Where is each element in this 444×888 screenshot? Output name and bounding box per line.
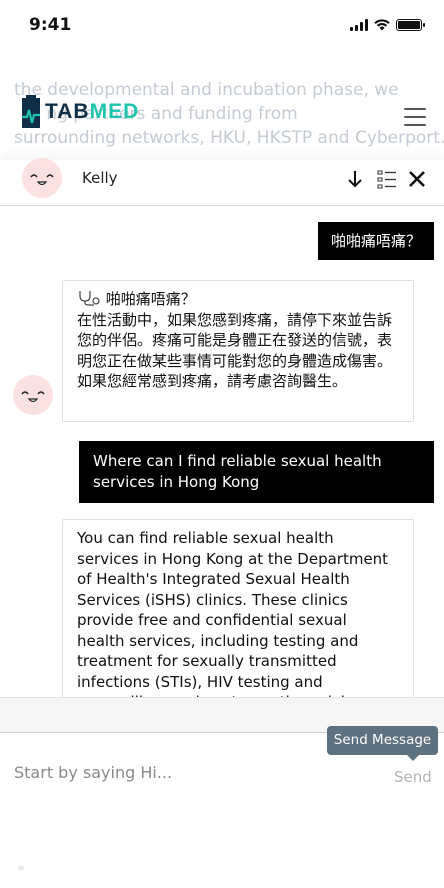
logo-text: TABMED: [45, 100, 139, 124]
user-message: Where can I find reliable sexual health …: [79, 441, 434, 503]
list-icon[interactable]: [376, 168, 398, 190]
bot-message: 啪啪痛唔痛？ 在性活動中，如果您感到疼痛，請停下來並告訴您的伴侶。疼痛可能是身體…: [62, 280, 414, 422]
status-time: 9:41: [29, 15, 72, 35]
send-message-tooltip: Send Message: [327, 726, 438, 761]
message-list[interactable]: 啪啪痛唔痛？ 啪啪痛唔痛？ 在性活動中，如果您感到疼痛，請停下來並告訴您的伴侶。…: [0, 207, 444, 697]
cellular-signal-icon: [350, 19, 368, 31]
arrow-down-icon[interactable]: [344, 168, 366, 190]
agent-name: Kelly: [82, 169, 118, 187]
smiley-face-icon: [30, 174, 54, 186]
send-button[interactable]: Send: [394, 768, 432, 786]
page-bottom: [0, 808, 444, 888]
site-header: the developmental and incubation phase, …: [0, 52, 444, 162]
bot-avatar: [13, 375, 53, 415]
status-icons: [350, 18, 425, 31]
home-indicator: [18, 866, 24, 870]
hamburger-menu-icon[interactable]: [404, 108, 426, 126]
wifi-icon: [374, 19, 390, 31]
status-bar: 9:41: [0, 0, 444, 52]
bot-message-text: 在性活動中，如果您感到疼痛，請停下來並告訴您的伴侶。疼痛可能是身體正在發送的信號…: [77, 310, 393, 391]
battery-level: [398, 21, 420, 29]
user-message: 啪啪痛唔痛？: [317, 222, 434, 260]
agent-avatar: [22, 158, 62, 198]
background-text-line: surrounding networks, HKU, HKSTP and Cyb…: [14, 128, 444, 148]
logo-text-med: MED: [89, 100, 140, 123]
smiley-face-icon: [21, 391, 45, 403]
chat-widget: Kelly 啪啪痛唔痛？ 啪啪痛唔痛？ 在性活動中，如果您感到疼痛，請停下來並告…: [0, 158, 444, 808]
bot-message-title: 啪啪痛唔痛？: [105, 290, 196, 308]
bot-message-text: You can find reliable sexual health serv…: [77, 529, 389, 697]
chat-header: Kelly: [0, 158, 444, 206]
logo-text-tab: TAB: [45, 100, 90, 123]
stethoscope-icon: [79, 291, 100, 306]
bot-message: You can find reliable sexual health serv…: [62, 519, 414, 697]
logo-mark-icon: [22, 95, 40, 128]
close-icon[interactable]: [406, 168, 428, 190]
tabmed-logo[interactable]: TABMED: [21, 95, 139, 129]
message-input[interactable]: [14, 754, 364, 790]
composer: Send Send Message: [0, 726, 444, 808]
battery-icon: [396, 19, 425, 31]
